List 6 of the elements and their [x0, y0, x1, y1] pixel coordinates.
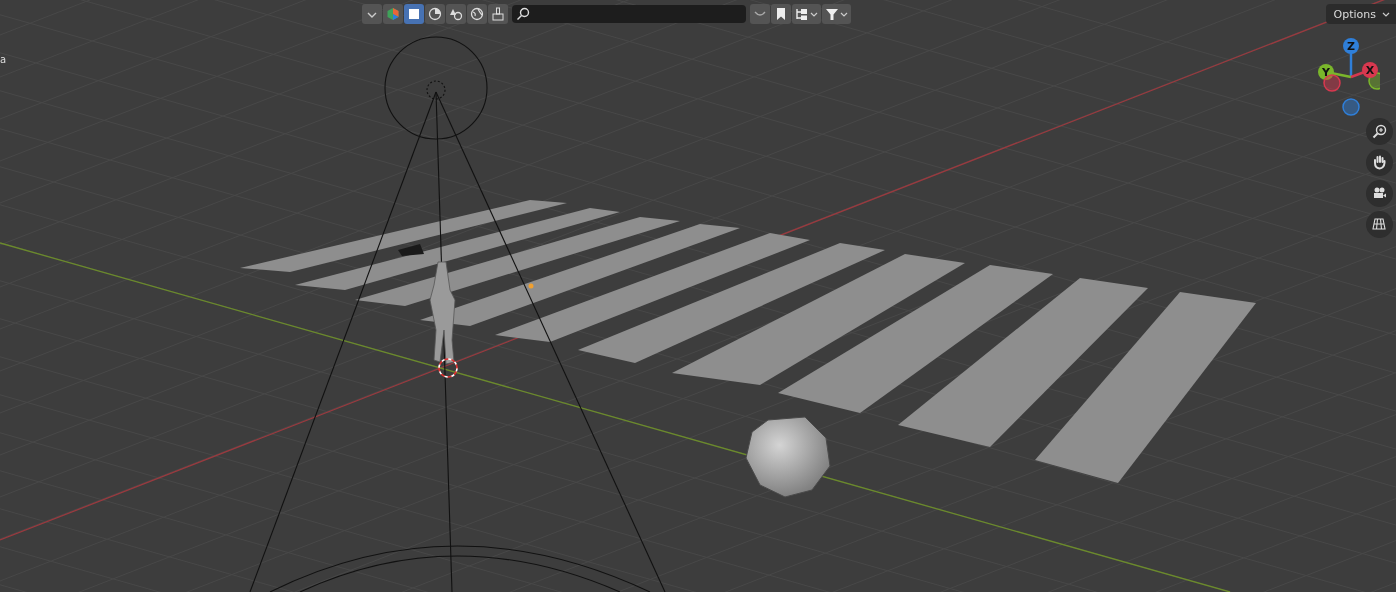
options-button[interactable]: Options: [1325, 4, 1396, 24]
3d-viewport[interactable]: Options a Z Y X: [0, 0, 1396, 592]
axis-handle[interactable]: Y: [1318, 64, 1334, 80]
edge-text: a: [0, 54, 7, 66]
axis-handle[interactable]: X: [1362, 62, 1378, 78]
axis-handle[interactable]: Z: [1343, 38, 1359, 54]
